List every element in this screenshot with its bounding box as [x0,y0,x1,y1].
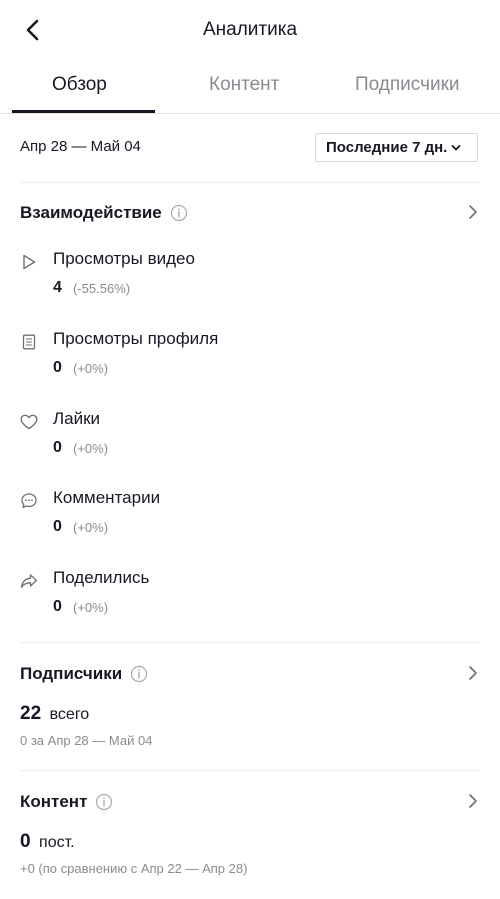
content-posts-suffix: пост. [39,834,75,851]
metric-value: 4 [53,279,62,296]
metric-label: Просмотры профиля [53,329,219,348]
metric-video-views[interactable]: Просмотры видео 4 (-55.56%) [0,249,500,309]
metric-change: (+0%) [73,600,109,615]
metric-label: Просмотры видео [53,249,195,268]
content-chevron-right-icon[interactable] [464,792,482,810]
chevron-down-icon [451,144,461,152]
content-title-text: Контент [20,792,88,811]
top-bar: Аналитика [0,0,500,62]
comment-icon [20,492,38,510]
followers-section-title[interactable]: Подписчики [20,664,148,684]
metric-profile-views[interactable]: Просмотры профиля 0 (+0%) [0,329,500,389]
play-icon [20,253,38,271]
share-icon [20,572,38,590]
followers-title-text: Подписчики [20,664,123,683]
followers-total: 22 всего [20,703,89,725]
tab-followers[interactable]: Подписчики [355,74,460,96]
period-dropdown[interactable]: Последние 7 дн. [315,133,478,162]
metric-shares[interactable]: Поделились 0 (+0%) [0,568,500,628]
metric-change: (+0%) [73,361,109,376]
info-icon[interactable] [95,793,113,811]
metric-label: Лайки [53,409,101,428]
metric-change: (+0%) [73,520,109,535]
followers-total-value: 22 [20,703,42,724]
period-dropdown-value: Последние 7 дн. [326,139,448,156]
metric-label: Поделились [53,568,150,587]
metric-comments[interactable]: Комментарии 0 (+0%) [0,488,500,548]
profile-page-icon [20,333,38,351]
metric-value: 0 [53,598,62,615]
metric-value: 0 [53,439,62,456]
metric-value: 0 [53,359,62,376]
info-icon[interactable] [130,665,148,683]
followers-period-note: 0 за Апр 28 — Май 04 [20,733,153,748]
page-title: Аналитика [202,19,298,40]
date-filter-row: Апр 28 — Май 04 Последние 7 дн. [0,114,500,182]
date-range-label: Апр 28 — Май 04 [20,138,141,155]
info-icon[interactable] [170,204,188,222]
followers-total-suffix: всего [49,706,90,723]
engagement-title-text: Взаимодействие [20,203,162,222]
tab-content[interactable]: Контент [209,74,279,96]
divider [20,770,480,771]
active-tab-indicator [12,110,155,113]
content-comparison-note: +0 (по сравнению с Апр 22 — Апр 28) [20,861,248,876]
content-posts-value: 0 [20,831,31,852]
divider [20,642,480,643]
engagement-section-title[interactable]: Взаимодействие [20,203,188,223]
metric-value: 0 [53,518,62,535]
metric-label: Комментарии [53,488,161,507]
content-posts-total: 0 пост. [20,831,75,853]
metric-change: (-55.56%) [73,281,131,296]
content-section-title[interactable]: Контент [20,792,113,812]
engagement-chevron-right-icon[interactable] [464,203,482,221]
metric-likes[interactable]: Лайки 0 (+0%) [0,409,500,469]
heart-icon [20,413,38,431]
tab-overview[interactable]: Обзор [52,74,107,96]
tab-bar: Обзор Контент Подписчики [0,62,500,114]
followers-chevron-right-icon[interactable] [464,664,482,682]
metric-change: (+0%) [73,441,109,456]
divider [20,182,480,183]
